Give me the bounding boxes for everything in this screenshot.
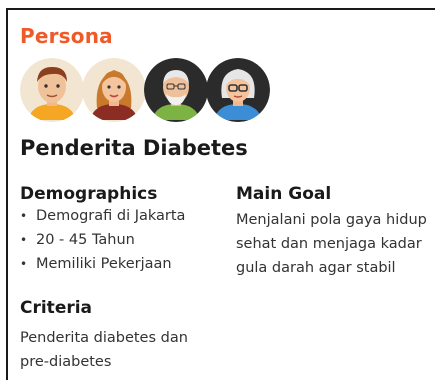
demographics-heading: Demographics [20, 184, 158, 204]
young-woman-avatar [82, 58, 146, 122]
main-goal-line: gula darah agar stabil [236, 260, 396, 276]
criteria-text: Penderita diabetes dan pre-diabetes [20, 326, 188, 374]
persona-title: Penderita Diabetes [20, 136, 248, 160]
old-man-avatar [144, 58, 208, 122]
criteria-heading: Criteria [20, 298, 93, 318]
demographics-list: Demografi di Jakarta 20 - 45 Tahun Memil… [20, 204, 185, 276]
main-goal-heading: Main Goal [236, 184, 332, 204]
main-goal-text: Menjalani pola gaya hidup sehat dan menj… [236, 208, 427, 280]
list-item: Demografi di Jakarta [20, 204, 185, 228]
old-woman-avatar [206, 58, 270, 122]
list-item: 20 - 45 Tahun [20, 228, 185, 252]
main-goal-line: Menjalani pola gaya hidup [236, 212, 427, 228]
young-man-avatar [20, 58, 84, 122]
list-item: Memiliki Pekerjaan [20, 252, 185, 276]
main-goal-line: sehat dan menjaga kadar [236, 236, 422, 252]
criteria-line: pre-diabetes [20, 354, 112, 370]
persona-label: Persona [20, 24, 113, 48]
criteria-line: Penderita diabetes dan [20, 330, 188, 346]
